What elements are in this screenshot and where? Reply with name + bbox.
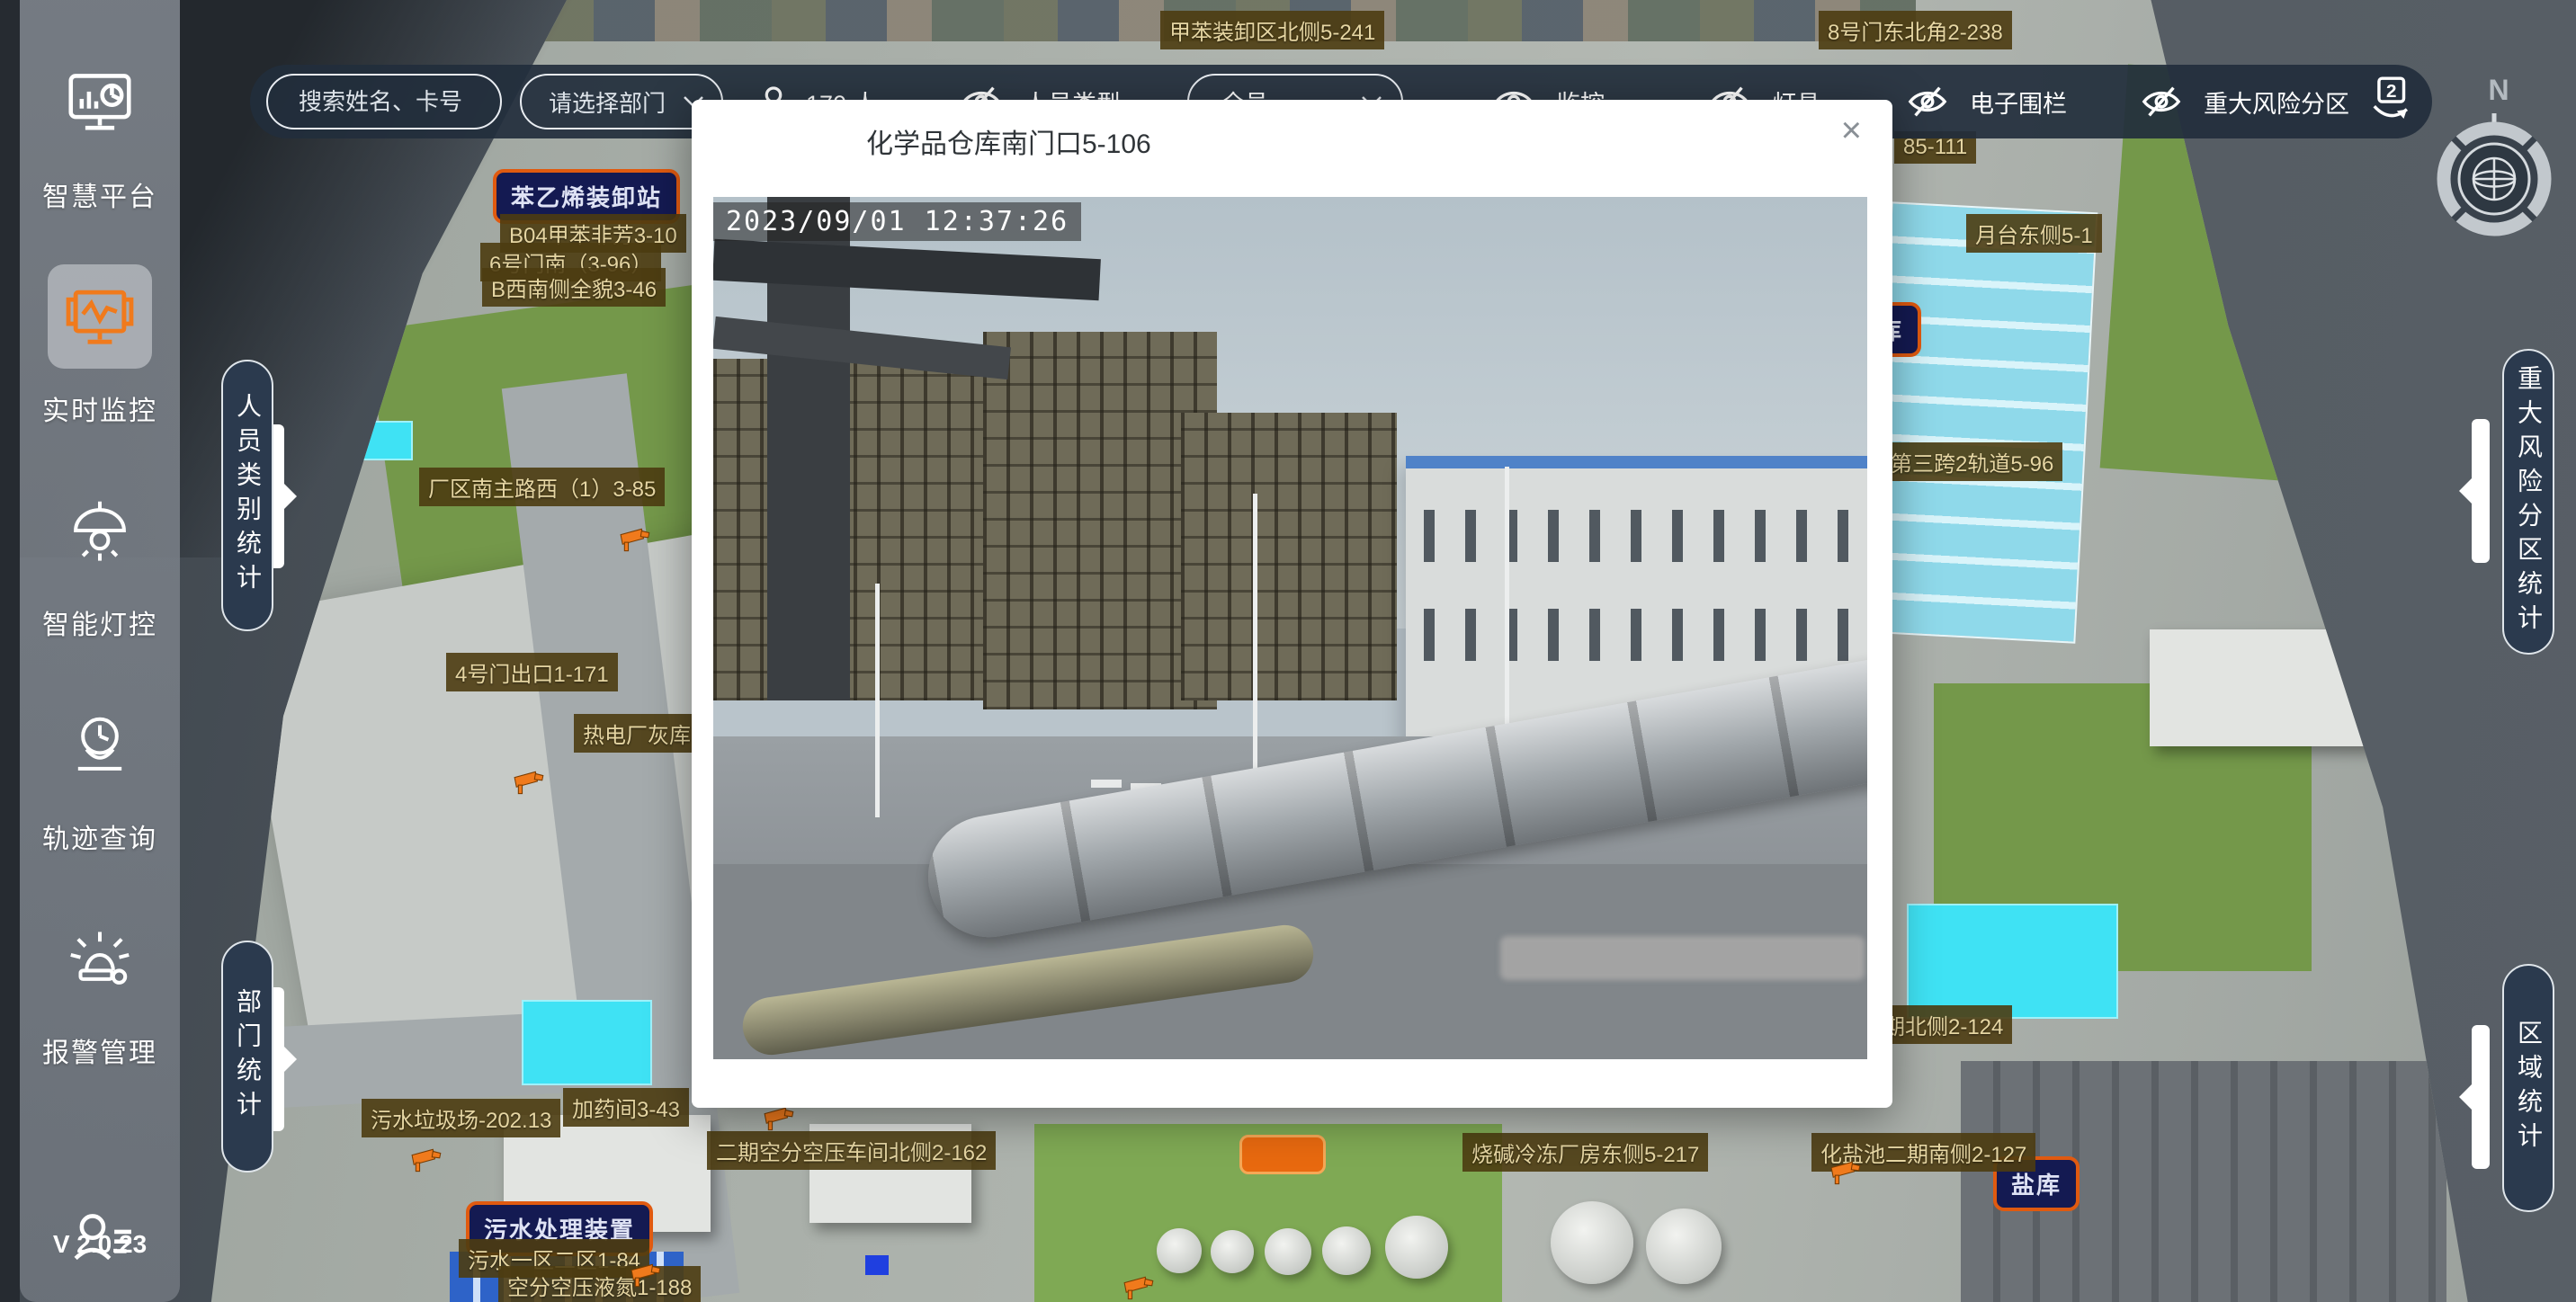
camera-icon[interactable] bbox=[763, 1106, 797, 1133]
eye-slash-icon bbox=[1907, 81, 1948, 122]
sidebar-item-label: 智能灯控 bbox=[42, 602, 157, 642]
compass-north-label: N bbox=[2472, 74, 2526, 107]
map-label[interactable]: 烧碱冷冻厂房东侧5-217 bbox=[1462, 1133, 1708, 1172]
camera-video-frame: 2023/09/01 12:37:26 bbox=[713, 197, 1867, 1059]
camera-modal: 化学品仓库南门口5-106 × 20 bbox=[692, 100, 1892, 1108]
toggle-electronic-fence-label: 电子围栏 bbox=[1970, 85, 2067, 120]
map-label[interactable] bbox=[865, 1255, 889, 1275]
compass[interactable] bbox=[2427, 111, 2562, 246]
video-plant-structure bbox=[713, 359, 1010, 700]
toggle-electronic-fence[interactable]: 电子围栏 bbox=[1907, 65, 2067, 138]
map-label[interactable]: 污水垃圾场-202.13 bbox=[362, 1099, 560, 1137]
map-label[interactable]: 8号门东北角2-238 bbox=[1819, 11, 2012, 49]
right-panel-expand-handle[interactable] bbox=[2472, 419, 2490, 563]
map-label[interactable]: 厂区南主路西（1）3-85 bbox=[419, 468, 665, 506]
camera-icon[interactable] bbox=[1123, 1275, 1157, 1302]
left-edge-strip bbox=[0, 0, 20, 1302]
eye-slash-icon bbox=[2141, 81, 2182, 122]
modal-title: 化学品仓库南门口5-106 bbox=[866, 121, 1151, 161]
search-field[interactable] bbox=[266, 74, 502, 129]
video-timestamp: 2023/09/01 12:37:26 bbox=[713, 202, 1081, 241]
sidebar-item-smart-light-control[interactable]: 智能灯控 bbox=[32, 478, 167, 642]
map-label[interactable]: 空分空压液氮1-188 bbox=[498, 1266, 701, 1302]
video-lamp-post bbox=[875, 584, 880, 817]
sidebar-item-label: 智慧平台 bbox=[42, 174, 157, 214]
smart-light-icon bbox=[48, 478, 152, 583]
toggle-major-risk-zone-label: 重大风险分区 bbox=[2204, 85, 2349, 120]
sidebar-item-realtime-monitoring[interactable]: 实时监控 bbox=[32, 264, 167, 428]
sidebar-item-label: 实时监控 bbox=[42, 388, 157, 428]
camera-icon[interactable] bbox=[619, 527, 653, 554]
camera-icon[interactable] bbox=[630, 1262, 664, 1289]
camera-icon[interactable] bbox=[513, 770, 547, 797]
tab-department-stats[interactable]: 部门统计 bbox=[221, 941, 273, 1173]
right-panel-expand-handle[interactable] bbox=[2472, 1025, 2490, 1169]
map-label[interactable]: 二期空分空压车间北侧2-162 bbox=[707, 1131, 996, 1170]
map-label[interactable]: 热电厂灰库 bbox=[574, 714, 700, 753]
2d-view-icon: 2 bbox=[2362, 74, 2418, 129]
search-input[interactable] bbox=[299, 88, 479, 116]
camera-icon[interactable] bbox=[1829, 1160, 1864, 1187]
realtime-monitor-icon bbox=[48, 264, 152, 369]
app-window: 苯乙烯装卸站仓库污水处理装置盐库B04甲苯非芳3-106号门南（3-96）B西南… bbox=[0, 0, 2576, 1302]
sidebar-item-label: 轨迹查询 bbox=[42, 816, 157, 856]
sidebar-item-track-query[interactable]: 轨迹查询 bbox=[32, 692, 167, 856]
dashboard-icon bbox=[48, 50, 152, 155]
track-query-icon bbox=[48, 692, 152, 797]
globe-icon bbox=[2473, 158, 2515, 200]
map-label[interactable]: 月台东侧5-1 bbox=[1966, 214, 2102, 253]
sidebar-item-smart-platform[interactable]: 智慧平台 bbox=[32, 50, 167, 214]
close-icon[interactable]: × bbox=[1841, 112, 1862, 148]
app-version: V 2.0.23 bbox=[20, 1230, 180, 1259]
map-label[interactable]: 甲苯装卸区北侧5-241 bbox=[1160, 11, 1384, 49]
sidebar-nav: 智慧平台 实时监控 智能灯控 bbox=[20, 0, 180, 1302]
map-label[interactable]: 加药间3-43 bbox=[563, 1088, 689, 1127]
camera-icon[interactable] bbox=[410, 1147, 444, 1174]
sidebar-item-alarm-management[interactable]: 报警管理 bbox=[32, 906, 167, 1070]
tab-personnel-category-stats[interactable]: 人员类别统计 bbox=[221, 360, 273, 631]
tab-area-stats[interactable]: 区域统计 bbox=[2502, 964, 2554, 1212]
tab-major-risk-zone-stats[interactable]: 重大风险分区统计 bbox=[2502, 349, 2554, 655]
map-label[interactable]: B西南侧全貌3-46 bbox=[482, 268, 666, 307]
view-mode-toggle[interactable]: 2 bbox=[2362, 65, 2418, 138]
video-privacy-blur bbox=[1500, 936, 1865, 980]
svg-text:2: 2 bbox=[2386, 81, 2397, 102]
sidebar-item-label: 报警管理 bbox=[42, 1030, 157, 1070]
map-label[interactable]: 4号门出口1-171 bbox=[446, 653, 618, 691]
video-plant-structure bbox=[1181, 413, 1397, 700]
map-label[interactable] bbox=[1239, 1135, 1326, 1174]
video-lamp-post bbox=[1253, 494, 1257, 790]
alarm-icon bbox=[48, 906, 152, 1011]
toggle-major-risk-zone[interactable]: 重大风险分区 bbox=[2141, 65, 2349, 138]
department-placeholder: 请选择部门 bbox=[549, 85, 666, 119]
